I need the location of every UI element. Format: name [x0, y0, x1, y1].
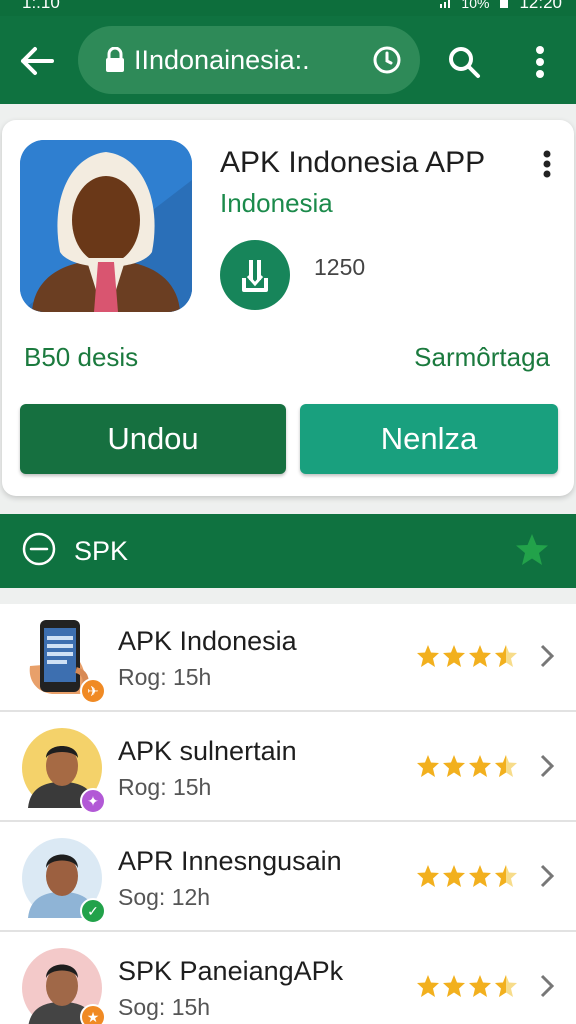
- list-item-title: APR Innesngusain: [118, 846, 342, 876]
- star-icon: [443, 975, 465, 997]
- star-icon: [417, 865, 439, 887]
- app-subtitle: Indonesia: [220, 188, 333, 218]
- star-icon: [469, 975, 491, 997]
- url-bar[interactable]: IIndonainesia:.: [78, 26, 420, 94]
- more-vert-icon: [543, 150, 551, 178]
- download-badge: [220, 240, 290, 310]
- chevron-right-icon: [540, 864, 555, 888]
- list-item[interactable]: ★ SPK PaneiangAPk Sog: 15h: [0, 934, 576, 1024]
- status-time-right: 12:20: [519, 0, 562, 12]
- star-icon: [443, 755, 465, 777]
- battery-icon: [500, 0, 509, 8]
- half-star-icon: [495, 865, 517, 887]
- rating-stars: [416, 864, 528, 888]
- list-item[interactable]: ✦ APK sulnertain Rog: 15h: [0, 714, 576, 822]
- list-item-meta: Sog: 15h: [118, 994, 211, 1020]
- star-icon: [417, 645, 439, 667]
- star-icon: [417, 975, 439, 997]
- chevron-right-icon: [540, 754, 555, 778]
- status-icons: 10% 12:20: [439, 0, 562, 12]
- half-star-icon: [495, 645, 517, 667]
- url-text: IIndonainesia:.: [134, 44, 310, 75]
- signal-icon: [440, 0, 451, 8]
- badge-icon: ✦: [80, 788, 106, 814]
- list-item-title: APK sulnertain: [118, 736, 297, 766]
- chevron-right-icon: [540, 644, 555, 668]
- status-time-left: 1:.10: [22, 0, 60, 12]
- status-bar: 1:.10 10% 12:20: [0, 0, 576, 16]
- section-header: SPK: [0, 514, 576, 588]
- list-item[interactable]: ✓ APR Innesngusain Sog: 12h: [0, 824, 576, 932]
- app-size-label: B50 desis: [24, 342, 139, 372]
- arrow-left-icon: [21, 47, 54, 75]
- hijab-woman-icon: [20, 140, 192, 312]
- half-star-icon: [495, 975, 517, 997]
- clock-icon[interactable]: [372, 45, 402, 75]
- rating-stars: [416, 644, 528, 668]
- lock-icon: [106, 47, 124, 72]
- app-list: ✈ APK Indonesia Rog: 15h ✦ APK sulnertai…: [0, 604, 576, 1024]
- card-menu-button[interactable]: [530, 144, 564, 184]
- app-card: APK Indonesia APP Indonesia 1250 B50 des…: [2, 120, 574, 496]
- list-item[interactable]: ✈ APK Indonesia Rog: 15h: [0, 604, 576, 712]
- badge-icon: ★: [80, 1004, 106, 1024]
- section-title: SPK: [74, 536, 129, 566]
- rating-stars: [416, 754, 528, 778]
- download-icon: [242, 260, 268, 292]
- star-icon: [469, 755, 491, 777]
- app-icon: [20, 140, 192, 312]
- star-icon: [469, 645, 491, 667]
- half-star-icon: [495, 755, 517, 777]
- star-icon: [469, 865, 491, 887]
- list-item-meta: Rog: 15h: [118, 664, 212, 690]
- verified-badge-icon: ✓: [80, 898, 106, 924]
- list-item-title: APK Indonesia: [118, 626, 297, 656]
- star-icon: [443, 865, 465, 887]
- search-icon: [449, 47, 480, 78]
- app-bar: IIndonainesia:.: [0, 16, 576, 104]
- app-title: APK Indonesia APP: [220, 146, 486, 179]
- star-icon: [417, 755, 439, 777]
- undo-button[interactable]: Undou: [20, 404, 286, 474]
- list-item-meta: Sog: 12h: [118, 884, 211, 910]
- list-item-title: SPK PaneiangAPk: [118, 956, 344, 986]
- app-category-label: Sarmôrtaga: [414, 342, 550, 372]
- back-button[interactable]: [14, 38, 60, 84]
- star-icon: [443, 645, 465, 667]
- star-icon[interactable]: [514, 532, 550, 568]
- list-item-meta: Rog: 15h: [118, 774, 212, 800]
- rating-stars: [416, 974, 528, 998]
- more-vert-icon: [536, 46, 544, 78]
- install-button[interactable]: Nenlza: [300, 404, 558, 474]
- battery-label: 10%: [461, 0, 490, 11]
- chevron-right-icon: [540, 974, 555, 998]
- search-button[interactable]: [440, 38, 488, 86]
- collapse-icon[interactable]: [22, 532, 56, 566]
- overflow-menu-button[interactable]: [516, 38, 564, 86]
- badge-icon: ✈: [80, 678, 106, 704]
- download-count: 1250: [314, 254, 366, 280]
